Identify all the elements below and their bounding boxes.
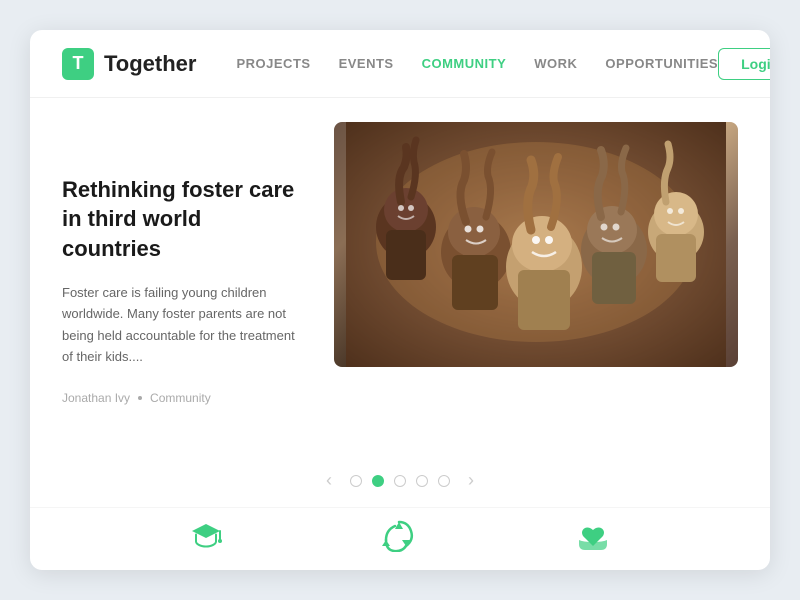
education-icon	[189, 518, 223, 552]
article-author: Jonathan Ivy	[62, 391, 130, 405]
logo-link[interactable]: T Together	[62, 48, 196, 80]
nav-work[interactable]: WORK	[534, 56, 577, 71]
article-meta: Jonathan Ivy Community	[62, 391, 302, 405]
pag-dot-2[interactable]	[372, 475, 384, 487]
pag-dot-4[interactable]	[416, 475, 428, 487]
pag-dot-1[interactable]	[350, 475, 362, 487]
pag-dot-3[interactable]	[394, 475, 406, 487]
pagination: ‹ ›	[30, 448, 770, 505]
recycle-icon	[382, 518, 416, 552]
hero-image-panel	[334, 122, 738, 448]
login-button[interactable]: Login	[718, 48, 770, 80]
pag-dot-5[interactable]	[438, 475, 450, 487]
logo-icon: T	[62, 48, 94, 80]
article-category: Community	[150, 391, 211, 405]
next-arrow[interactable]: ›	[460, 466, 482, 495]
article-description: Foster care is failing young children wo…	[62, 282, 302, 368]
nav-links: PROJECTS EVENTS COMMUNITY WORK OPPORTUNI…	[236, 56, 718, 71]
prev-arrow[interactable]: ‹	[318, 466, 340, 495]
article-title: Rethinking foster care in third world co…	[62, 175, 302, 264]
brand-name: Together	[104, 51, 196, 77]
article-panel: Rethinking foster care in third world co…	[62, 122, 302, 448]
nav-projects[interactable]: PROJECTS	[236, 56, 310, 71]
bottom-icons-bar	[30, 507, 770, 570]
nav-events[interactable]: EVENTS	[339, 56, 394, 71]
main-content: Rethinking foster care in third world co…	[30, 98, 770, 448]
navbar: T Together PROJECTS EVENTS COMMUNITY WOR…	[30, 30, 770, 98]
care-hands-icon	[575, 518, 611, 552]
nav-community[interactable]: COMMUNITY	[422, 56, 507, 71]
meta-separator	[138, 396, 142, 400]
main-card: T Together PROJECTS EVENTS COMMUNITY WOR…	[30, 30, 770, 570]
hero-image	[334, 122, 738, 367]
nav-opportunities[interactable]: OPPORTUNITIES	[605, 56, 718, 71]
